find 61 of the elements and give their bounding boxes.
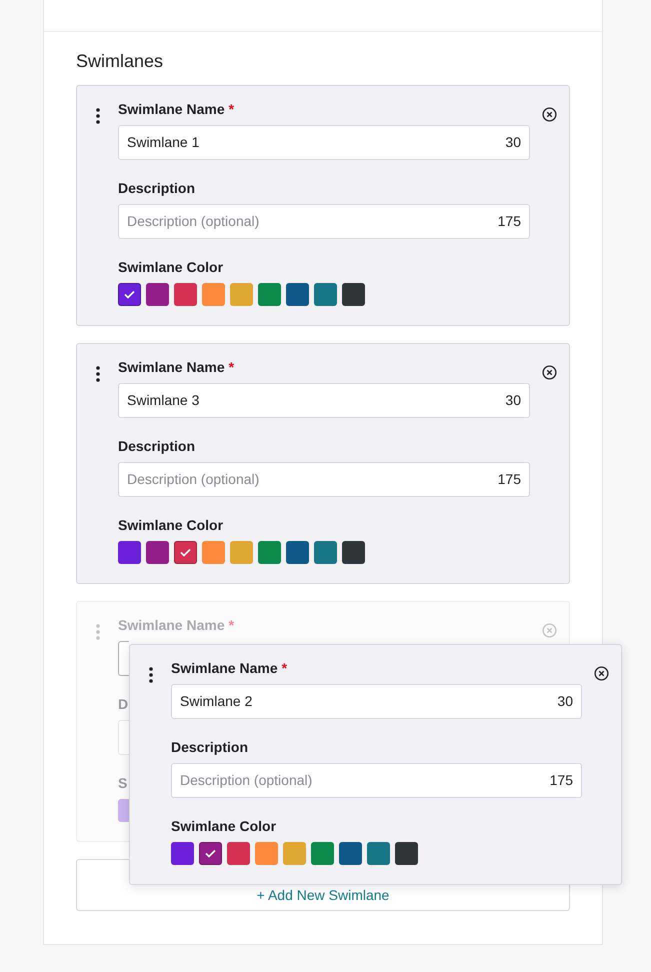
field-label: D (118, 696, 128, 713)
field-label: S (118, 775, 128, 792)
color-swatch[interactable] (174, 541, 197, 564)
color-swatch[interactable] (171, 842, 194, 865)
color-swatch[interactable] (342, 283, 365, 306)
description-field[interactable]: Description (optional) 175 (118, 204, 530, 239)
field-label: Swimlane Color (118, 517, 224, 534)
color-swatch[interactable] (258, 283, 281, 306)
close-icon[interactable] (542, 365, 557, 380)
field-label: Swimlane Name (118, 617, 225, 634)
color-swatch[interactable] (230, 541, 253, 564)
color-swatch[interactable] (174, 283, 197, 306)
color-swatch[interactable] (395, 842, 418, 865)
field-label: Swimlane Color (171, 818, 276, 835)
required-mark: * (282, 660, 288, 677)
required-mark: * (228, 101, 234, 118)
section-title: Swimlanes (76, 50, 164, 73)
color-swatch[interactable] (258, 541, 281, 564)
color-swatch[interactable] (227, 842, 250, 865)
color-swatch[interactable] (118, 283, 141, 306)
drag-handle-icon[interactable] (96, 108, 100, 124)
drag-handle-icon[interactable] (148, 667, 152, 683)
check-icon (124, 290, 135, 299)
color-swatch[interactable] (146, 541, 169, 564)
name-field[interactable]: Swimlane 2 30 (171, 684, 582, 719)
description-field[interactable]: Description (optional) 175 (171, 763, 582, 798)
name-field[interactable]: Swimlane 3 30 (118, 383, 530, 418)
color-swatch[interactable] (202, 541, 225, 564)
color-swatch[interactable] (199, 842, 222, 865)
name-field[interactable]: Swimlane 1 30 (118, 125, 530, 160)
color-swatch[interactable] (255, 842, 278, 865)
drag-handle-icon[interactable] (96, 366, 100, 382)
check-icon (205, 849, 216, 858)
field-label: Swimlane Name (118, 101, 225, 118)
required-mark: * (228, 359, 234, 376)
field-label: Description (171, 739, 248, 756)
color-swatch[interactable] (342, 541, 365, 564)
field-label: Swimlane Name (171, 660, 278, 677)
field-label: Swimlane Name (118, 359, 225, 376)
field-label: Description (118, 438, 196, 455)
color-swatch[interactable] (230, 283, 253, 306)
description-field[interactable]: Description (optional) 175 (118, 462, 530, 497)
close-icon[interactable] (542, 107, 557, 122)
name-field (118, 641, 129, 676)
required-mark: * (228, 617, 234, 634)
check-icon (180, 548, 191, 557)
field-label: Swimlane Color (118, 259, 224, 276)
color-swatch[interactable] (367, 842, 390, 865)
drag-handle-icon[interactable] (96, 624, 100, 640)
color-swatch[interactable] (314, 541, 337, 564)
color-swatch[interactable] (286, 541, 309, 564)
field-label: Description (118, 180, 196, 197)
color-swatch[interactable] (283, 842, 306, 865)
color-swatch[interactable] (118, 541, 141, 564)
color-swatch[interactable] (314, 283, 337, 306)
color-swatch[interactable] (202, 283, 225, 306)
color-swatch[interactable] (286, 283, 309, 306)
color-swatch[interactable] (146, 283, 169, 306)
color-swatch[interactable] (339, 842, 362, 865)
close-icon[interactable] (594, 666, 609, 681)
color-swatch[interactable] (311, 842, 334, 865)
